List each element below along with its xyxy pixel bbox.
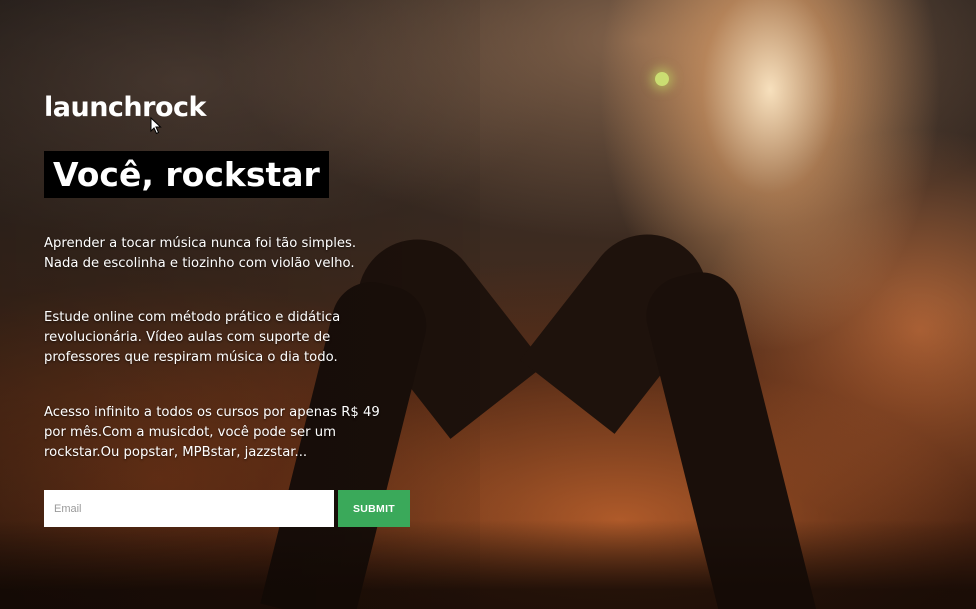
paragraph-line: Nada de escolinha e tiozinho com violão … [44, 256, 355, 271]
submit-button[interactable]: SUBMIT [338, 490, 410, 527]
signup-form: SUBMIT [44, 490, 410, 527]
paragraph-line: Estude online com método prático e didát… [44, 310, 341, 325]
paragraph-line: Acesso infinito a todos os cursos por ap… [44, 405, 380, 420]
paragraph-line: professores que respiram música o dia to… [44, 350, 338, 365]
pricing-paragraph: Acesso infinito a todos os cursos por ap… [44, 403, 424, 463]
method-paragraph: Estude online com método prático e didát… [44, 308, 424, 368]
brand-logo[interactable]: launchrock [44, 92, 206, 123]
paragraph-line: por mês.Com a musicdot, você pode ser um [44, 425, 336, 440]
stage-light [655, 72, 669, 86]
landing-page: launchrock Você, rockstar Aprender a toc… [0, 0, 976, 609]
paragraph-line: revolucionária. Vídeo aulas com suporte … [44, 330, 331, 345]
paragraph-line: Aprender a tocar música nunca foi tão si… [44, 236, 357, 251]
page-title: Você, rockstar [44, 151, 329, 198]
mouse-pointer-icon [150, 117, 162, 135]
intro-paragraph: Aprender a tocar música nunca foi tão si… [44, 234, 424, 274]
paragraph-line: rockstar.Ou popstar, MPBstar, jazzstar..… [44, 445, 308, 460]
email-input[interactable] [44, 490, 334, 527]
